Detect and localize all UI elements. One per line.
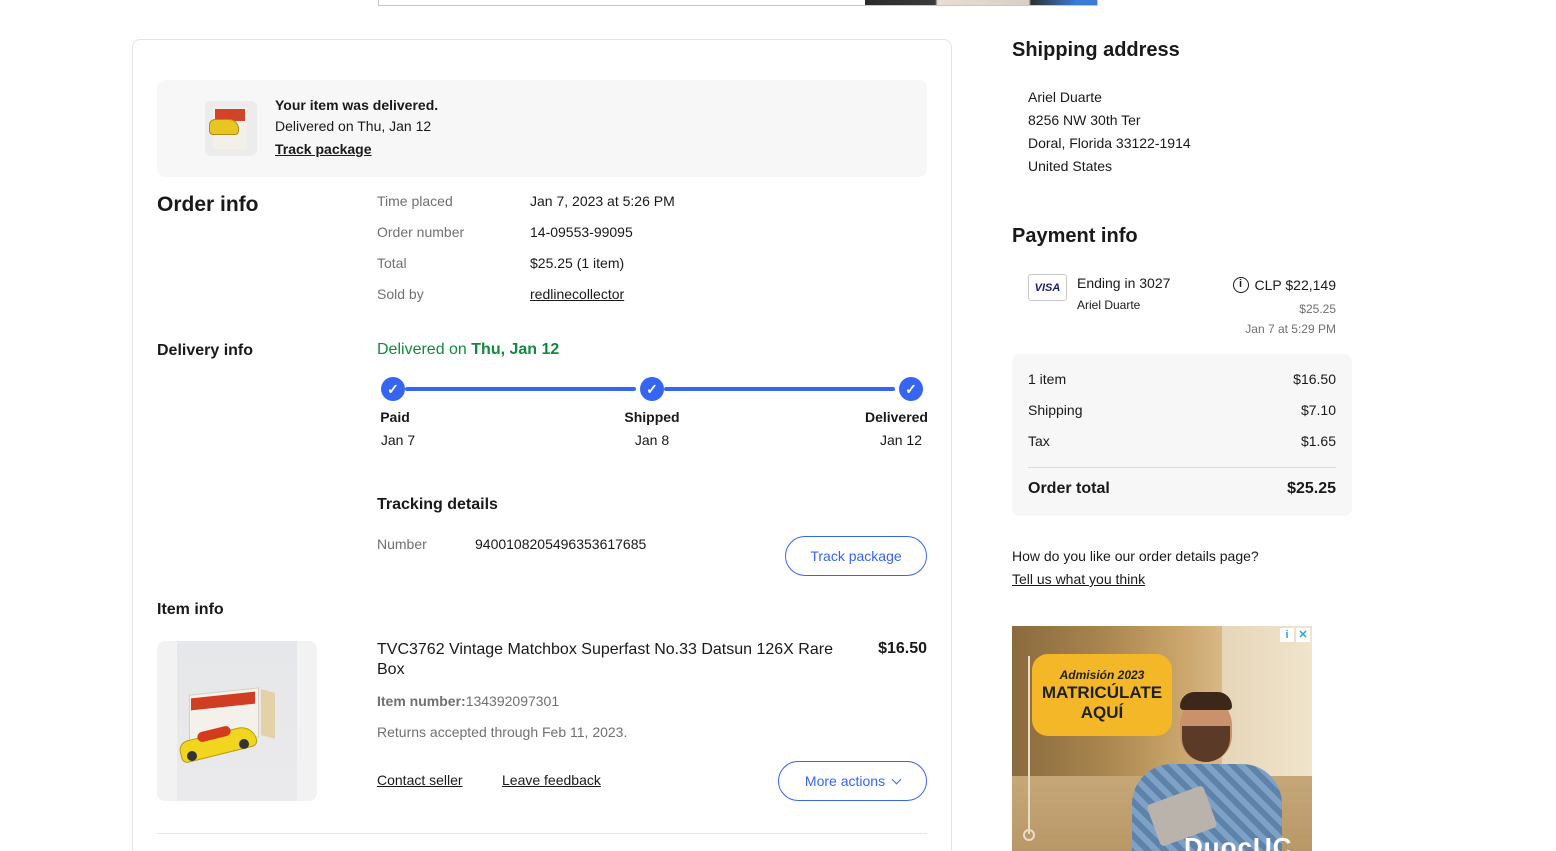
step-delivered-label: Delivered xyxy=(864,409,928,425)
item-number-label: Item number: xyxy=(377,693,466,709)
item-title-link[interactable]: TVC3762 Vintage Matchbox Superfast No.33… xyxy=(377,640,847,680)
sidebar-ad[interactable]: Admisión 2023 MATRICÚLATE AQUÍ DuocUC i … xyxy=(1012,626,1312,851)
tracking-number-label: Number xyxy=(377,536,427,552)
card-holder: Ariel Duarte xyxy=(1077,298,1141,312)
item-info-heading: Item info xyxy=(157,601,224,618)
order-number-label: Order number xyxy=(377,224,465,240)
address-city: Doral, Florida 33122-1914 xyxy=(1028,135,1191,151)
delivery-info-heading: Delivery info xyxy=(157,342,254,359)
order-summary: 1 item $16.50 Shipping $7.10 Tax $1.65 Orde… xyxy=(1012,354,1352,516)
item-image[interactable] xyxy=(157,641,317,801)
summary-divider xyxy=(1028,467,1336,468)
summary-row-items: 1 item $16.50 xyxy=(1028,371,1336,387)
item-thumbnail[interactable] xyxy=(205,101,257,156)
shipping-address-heading: Shipping address xyxy=(1012,39,1180,61)
address-street: 8256 NW 30th Ter xyxy=(1028,112,1141,128)
card-ending: Ending in 3027 xyxy=(1077,275,1171,291)
step-paid-label: Paid xyxy=(380,409,410,425)
order-info-heading: Order info xyxy=(157,193,259,216)
summary-shipping-value: $7.10 xyxy=(1300,402,1336,418)
section-divider xyxy=(157,833,927,834)
total-label: Total xyxy=(377,255,407,271)
progress-bar-segment-1 xyxy=(405,387,636,391)
banner-track-package-link[interactable]: Track package xyxy=(275,141,372,157)
order-total-row: Order total $25.25 xyxy=(1028,480,1336,498)
banner-subtitle: Delivered on Thu, Jan 12 xyxy=(275,118,432,134)
visa-card-icon: VISA xyxy=(1028,274,1067,301)
feedback-link[interactable]: Tell us what you think xyxy=(1012,571,1145,587)
chevron-down-icon xyxy=(891,774,902,784)
top-ad-banner[interactable] xyxy=(378,0,1098,6)
delivered-status: Delivered on Thu, Jan 12 xyxy=(377,341,559,359)
address-name: Ariel Duarte xyxy=(1028,89,1102,105)
summary-tax-label: Tax xyxy=(1028,433,1050,449)
step-shipped-check-icon: ✓ xyxy=(640,377,664,401)
time-placed-label: Time placed xyxy=(377,193,453,209)
ad-line1: Admisión 2023 xyxy=(1059,668,1145,682)
more-actions-button[interactable]: More actions xyxy=(778,761,927,801)
summary-tax-value: $1.65 xyxy=(1300,433,1336,449)
total-value: $25.25 (1 item) xyxy=(530,255,625,271)
progress-bar-segment-2 xyxy=(664,387,895,391)
item-number-value: 134392097301 xyxy=(465,693,560,709)
step-shipped-date: Jan 8 xyxy=(634,432,670,448)
track-package-button[interactable]: Track package xyxy=(785,536,927,576)
step-paid-date: Jan 7 xyxy=(380,432,416,448)
clp-amount: CLP $22,149 xyxy=(1254,277,1336,293)
more-actions-label: More actions xyxy=(804,773,886,789)
order-total-value: $25.25 xyxy=(1287,480,1336,497)
payment-info-heading: Payment info xyxy=(1012,225,1138,247)
sold-by-label: Sold by xyxy=(377,286,424,302)
contact-seller-link[interactable]: Contact seller xyxy=(377,772,463,788)
summary-items-value: $16.50 xyxy=(1293,371,1336,387)
returns-policy: Returns accepted through Feb 11, 2023. xyxy=(377,724,628,740)
step-paid-check-icon: ✓ xyxy=(381,377,405,401)
item-number: Item number:134392097301 xyxy=(377,693,559,709)
seller-link[interactable]: redlinecollector xyxy=(530,286,624,302)
delivered-status-prefix: Delivered on xyxy=(377,341,467,358)
summary-row-tax: Tax $1.65 xyxy=(1028,433,1336,449)
ad-line3: AQUÍ xyxy=(1080,703,1124,722)
feedback-question: How do you like our order details page? xyxy=(1012,548,1259,564)
ad-close-icon[interactable]: ✕ xyxy=(1296,628,1310,642)
order-total-label: Order total xyxy=(1028,480,1110,497)
summary-row-shipping: Shipping $7.10 xyxy=(1028,402,1336,418)
tracking-number-value: 9400108205496353617685 xyxy=(475,536,647,552)
time-placed-value: Jan 7, 2023 at 5:26 PM xyxy=(530,193,675,209)
banner-title: Your item was delivered. xyxy=(275,97,439,113)
leave-feedback-link[interactable]: Leave feedback xyxy=(502,772,601,788)
info-icon[interactable]: i xyxy=(1232,277,1249,293)
delivery-status-banner: Your item was delivered. Delivered on Th… xyxy=(157,80,927,177)
top-ad-image xyxy=(865,0,1097,5)
delivery-progress: ✓ ✓ ✓ xyxy=(381,377,923,401)
ad-brand-logo: DuocUC xyxy=(1184,832,1293,851)
clp-amount-row: i CLP $22,149 xyxy=(1230,277,1336,293)
step-delivered-check-icon: ✓ xyxy=(899,377,923,401)
item-price: $16.50 xyxy=(878,640,927,657)
step-shipped-label: Shipped xyxy=(624,409,680,425)
step-delivered-date: Jan 12 xyxy=(879,432,922,448)
ad-badge: Admisión 2023 MATRICÚLATE AQUÍ xyxy=(1032,654,1172,736)
paid-date: Jan 7 at 5:29 PM xyxy=(1245,322,1336,336)
summary-items-label: 1 item xyxy=(1028,371,1067,387)
order-number-value: 14-09553-99095 xyxy=(530,224,633,240)
ad-controls: i ✕ xyxy=(1280,628,1310,642)
summary-shipping-label: Shipping xyxy=(1028,402,1083,418)
delivered-status-date: Thu, Jan 12 xyxy=(471,341,560,358)
tracking-details-heading: Tracking details xyxy=(377,496,498,513)
ad-line2: MATRICÚLATE xyxy=(1041,683,1163,702)
usd-amount: $25.25 xyxy=(1299,302,1336,316)
ad-info-icon[interactable]: i xyxy=(1280,628,1294,642)
address-country: United States xyxy=(1028,158,1113,174)
